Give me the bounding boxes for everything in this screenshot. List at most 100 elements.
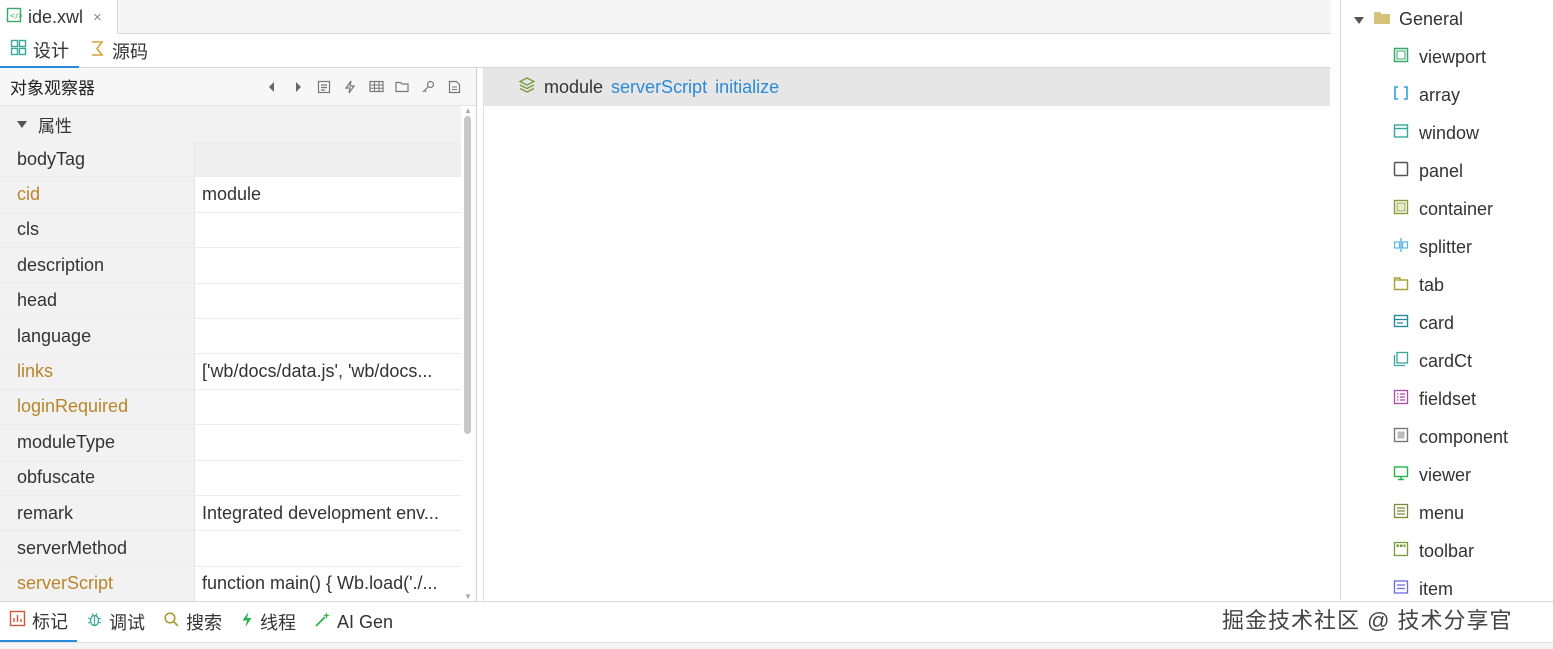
- outline-serverscript-link[interactable]: serverScript: [611, 77, 707, 98]
- properties-icon[interactable]: [316, 79, 332, 95]
- property-value[interactable]: [195, 142, 461, 177]
- module-icon: [518, 76, 536, 99]
- palette-item-viewport[interactable]: viewport: [1341, 38, 1553, 76]
- property-name: language: [0, 318, 195, 354]
- palette-item-tab[interactable]: tab: [1341, 266, 1553, 304]
- property-row-description[interactable]: description: [0, 248, 461, 284]
- outline-initialize-link[interactable]: initialize: [715, 77, 779, 98]
- palette-item-label: viewer: [1419, 464, 1472, 485]
- object-inspector: 对象观察器 属性 bodyTag cid module cls descript…: [0, 68, 477, 603]
- inspector-scrollbar[interactable]: ▲ ▼: [463, 106, 473, 601]
- palette-item-fieldset[interactable]: fieldset: [1341, 380, 1553, 418]
- property-value[interactable]: function main() { Wb.load('./...: [195, 567, 461, 601]
- thread-icon: [240, 611, 254, 633]
- property-row-serverscript[interactable]: serverScript function main() { Wb.load('…: [0, 566, 461, 603]
- palette-item-cardct[interactable]: cardCt: [1341, 342, 1553, 380]
- close-icon[interactable]: ×: [93, 9, 102, 26]
- property-value[interactable]: ['wb/docs/data.js', 'wb/docs...: [195, 354, 461, 388]
- property-value[interactable]: [195, 319, 461, 353]
- palette-group-label: General: [1399, 8, 1464, 29]
- tab-source[interactable]: 源码: [79, 34, 158, 68]
- inspector-title: 对象观察器: [10, 79, 95, 98]
- palette-item-toolbar[interactable]: toolbar: [1341, 532, 1553, 570]
- toolbar-icon: [1393, 541, 1409, 562]
- property-value[interactable]: [195, 425, 461, 459]
- palette-group-general[interactable]: General: [1341, 0, 1553, 38]
- tab-design[interactable]: 设计: [0, 34, 79, 68]
- collapse-triangle-icon[interactable]: [1353, 9, 1365, 30]
- tab-debug-label: 调试: [109, 613, 145, 633]
- property-row-moduletype[interactable]: moduleType: [0, 425, 461, 461]
- collapse-triangle-icon[interactable]: [16, 114, 28, 134]
- file-tab-label: ide.xwl: [28, 6, 84, 27]
- tab-markers-label: 标记: [32, 612, 68, 632]
- card-container-icon: [1393, 351, 1409, 372]
- splitter-icon: [1393, 237, 1409, 258]
- property-row-cls[interactable]: cls: [0, 212, 461, 249]
- palette-item-splitter[interactable]: splitter: [1341, 228, 1553, 266]
- palette-item-item[interactable]: item: [1341, 570, 1553, 600]
- property-value[interactable]: [195, 461, 461, 495]
- property-row-servermethod[interactable]: serverMethod: [0, 531, 461, 567]
- property-value[interactable]: [195, 390, 461, 424]
- document-settings-icon[interactable]: [446, 79, 462, 95]
- tab-threads[interactable]: 线程: [231, 602, 305, 642]
- property-row-language[interactable]: language: [0, 318, 461, 355]
- property-value[interactable]: [195, 531, 461, 565]
- palette-item-label: array: [1419, 84, 1461, 105]
- property-row-bodytag[interactable]: bodyTag: [0, 142, 461, 178]
- palette-item-viewer[interactable]: viewer: [1341, 456, 1553, 494]
- next-icon[interactable]: [290, 79, 306, 95]
- tab-ai-gen[interactable]: AI Gen: [305, 602, 402, 642]
- palette-item-label: fieldset: [1419, 388, 1477, 409]
- palette-item-array[interactable]: array: [1341, 76, 1553, 114]
- property-value[interactable]: [195, 213, 461, 247]
- palette-item-card[interactable]: card: [1341, 304, 1553, 342]
- previous-icon[interactable]: [264, 79, 280, 95]
- palette-item-label: window: [1419, 122, 1480, 143]
- property-row-remark[interactable]: remark Integrated development env...: [0, 495, 461, 532]
- palette-item-menu[interactable]: menu: [1341, 494, 1553, 532]
- property-name: remark: [0, 495, 195, 531]
- tab-debug[interactable]: 调试: [77, 602, 154, 642]
- scrollbar-thumb[interactable]: [464, 116, 471, 434]
- palette-item-panel[interactable]: panel: [1341, 152, 1553, 190]
- property-name: serverScript: [0, 566, 195, 602]
- palette-item-container[interactable]: container: [1341, 190, 1553, 228]
- scroll-down-icon[interactable]: ▼: [464, 592, 472, 601]
- tab-ai-gen-label: AI Gen: [337, 611, 394, 632]
- events-icon[interactable]: [342, 79, 358, 95]
- tab-search-label: 搜索: [186, 613, 222, 633]
- property-row-obfuscate[interactable]: obfuscate: [0, 460, 461, 496]
- folder-icon[interactable]: [394, 79, 410, 95]
- property-value[interactable]: [195, 284, 461, 318]
- palette-item-label: component: [1419, 426, 1509, 447]
- property-name: serverMethod: [0, 531, 195, 566]
- scroll-up-icon[interactable]: ▲: [464, 106, 472, 115]
- design-icon: [10, 39, 27, 61]
- file-tab-ide-xwl[interactable]: </> ide.xwl ×: [0, 0, 118, 34]
- property-value[interactable]: module: [195, 177, 461, 211]
- property-row-links[interactable]: links ['wb/docs/data.js', 'wb/docs...: [0, 354, 461, 390]
- card-icon: [1393, 313, 1409, 334]
- property-row-loginrequired[interactable]: loginRequired: [0, 389, 461, 426]
- debug-icon: [86, 611, 103, 633]
- property-group-attributes[interactable]: 属性: [0, 106, 461, 142]
- property-value[interactable]: Integrated development env...: [195, 496, 461, 530]
- tab-markers[interactable]: 标记: [0, 602, 77, 642]
- palette-item-label: container: [1419, 198, 1494, 219]
- menu-icon: [1393, 503, 1409, 524]
- table-icon[interactable]: [368, 79, 384, 95]
- tab-search[interactable]: 搜索: [154, 602, 231, 642]
- property-value[interactable]: [195, 248, 461, 282]
- outline-node-module[interactable]: module serverScript initialize: [484, 68, 1330, 106]
- palette-item-window[interactable]: window: [1341, 114, 1553, 152]
- property-row-head[interactable]: head: [0, 283, 461, 319]
- palette-item-label: splitter: [1419, 236, 1473, 257]
- key-icon[interactable]: [420, 79, 436, 95]
- property-name: links: [0, 354, 195, 389]
- viewport-icon: [1393, 47, 1409, 68]
- property-name: obfuscate: [0, 460, 195, 495]
- palette-item-component[interactable]: component: [1341, 418, 1553, 456]
- property-row-cid[interactable]: cid module: [0, 177, 461, 213]
